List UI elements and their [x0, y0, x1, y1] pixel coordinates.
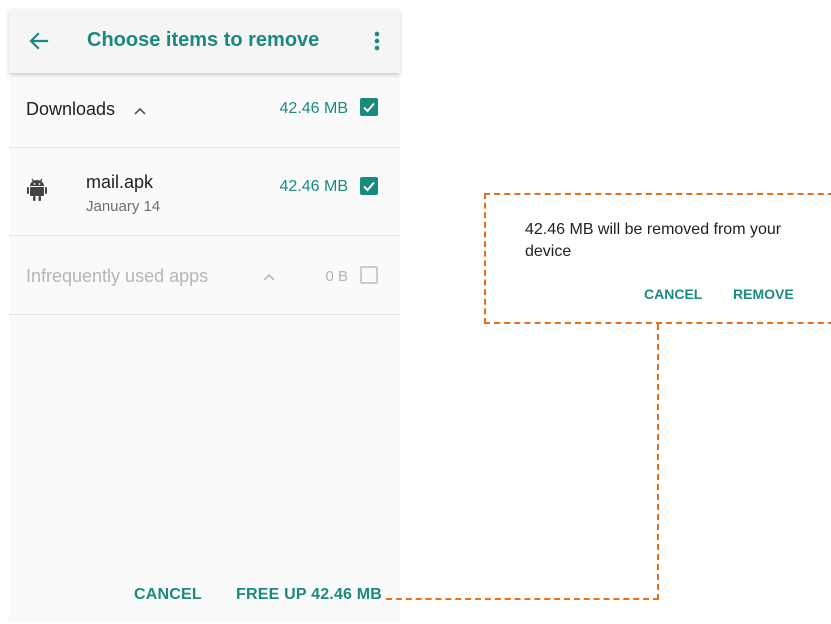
section-size: 0 B	[325, 268, 348, 285]
callout-connector	[657, 324, 659, 600]
arrow-left-icon[interactable]	[25, 27, 53, 55]
item-checkbox[interactable]	[360, 177, 378, 195]
check-icon	[363, 181, 375, 192]
section-infrequent-apps[interactable]: Infrequently used apps 0 B	[9, 236, 400, 314]
infrequent-apps-checkbox[interactable]	[360, 266, 378, 284]
section-size: 42.46 MB	[279, 100, 348, 117]
divider	[9, 314, 400, 315]
storage-manager-screen: Choose items to remove Downloads 42.46 M…	[9, 9, 400, 622]
free-up-button[interactable]: FREE UP 42.46 MB	[236, 586, 382, 604]
page-title: Choose items to remove	[87, 29, 320, 51]
more-vert-icon[interactable]	[369, 27, 385, 55]
app-bar: Choose items to remove	[9, 9, 400, 73]
callout-connector	[386, 598, 659, 600]
chevron-up-icon[interactable]	[133, 106, 147, 116]
item-name: mail.apk	[86, 172, 154, 192]
chevron-up-icon[interactable]	[262, 272, 276, 282]
section-downloads[interactable]: Downloads 42.46 MB	[9, 73, 400, 157]
downloads-checkbox[interactable]	[360, 98, 378, 116]
item-date: January 14	[86, 198, 161, 215]
item-size: 42.46 MB	[279, 178, 348, 195]
android-icon	[27, 178, 47, 201]
section-title: Downloads	[26, 99, 116, 119]
cancel-button[interactable]: CANCEL	[134, 586, 202, 604]
section-title: Infrequently used apps	[26, 266, 209, 286]
callout-border	[484, 193, 831, 324]
list-item[interactable]: mail.apk January 14 42.46 MB	[9, 148, 400, 236]
check-icon	[363, 102, 375, 113]
